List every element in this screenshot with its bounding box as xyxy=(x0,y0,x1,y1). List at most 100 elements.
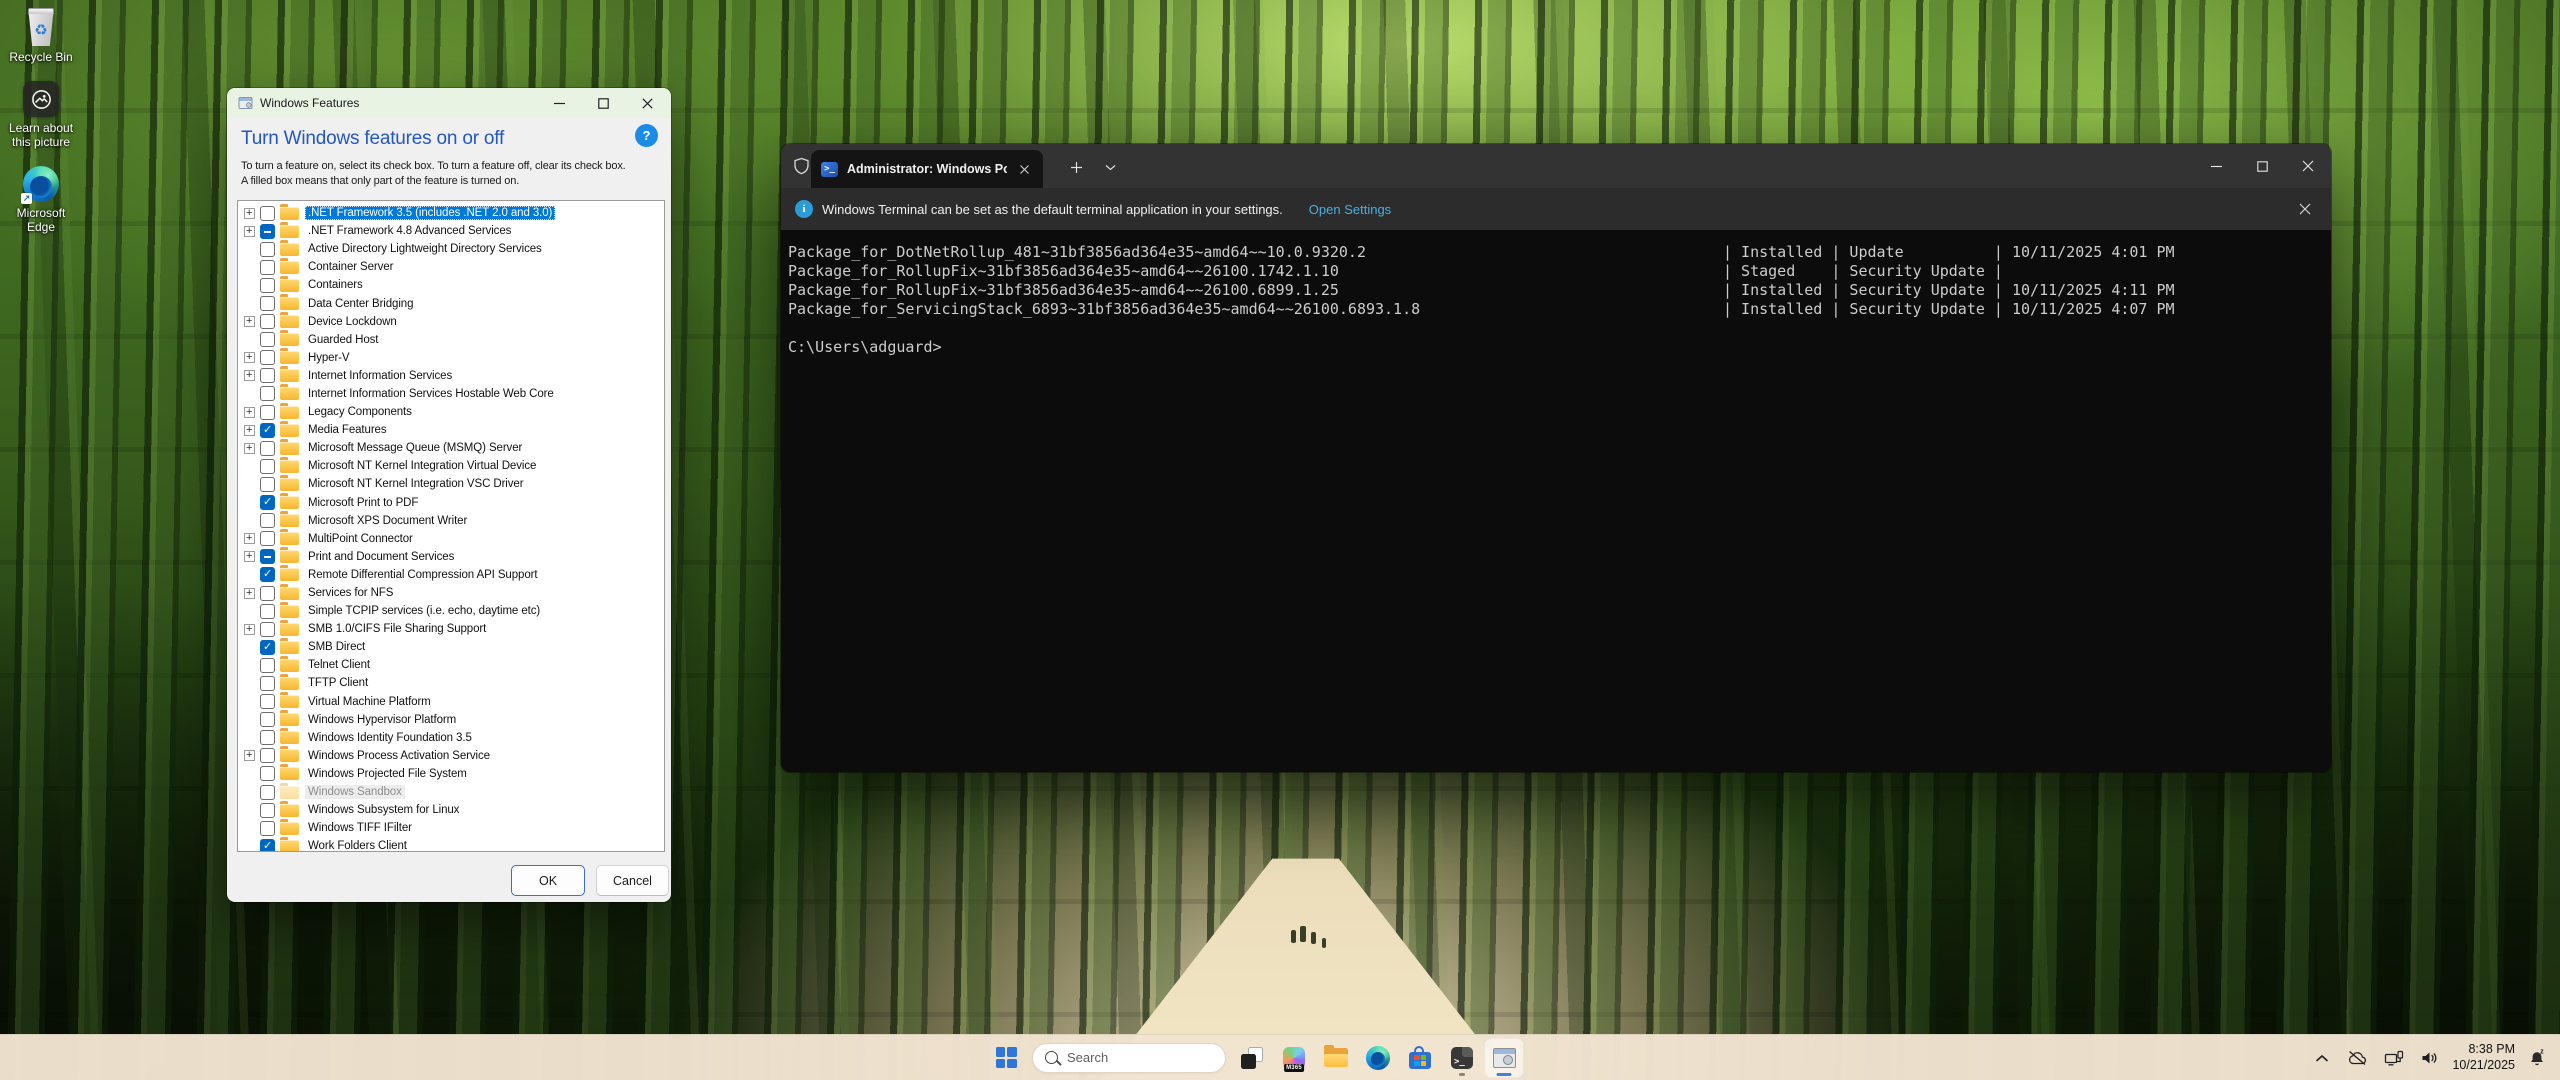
feature-item[interactable]: MultiPoint Connector xyxy=(244,529,664,548)
terminal-button[interactable] xyxy=(1442,1038,1482,1078)
feature-item[interactable]: Guarded Host xyxy=(244,330,664,349)
feature-checkbox[interactable] xyxy=(260,621,275,637)
feature-checkbox[interactable] xyxy=(260,838,275,851)
feature-item[interactable]: Virtual Machine Platform xyxy=(244,692,664,711)
feature-item[interactable]: Windows Sandbox xyxy=(244,782,664,801)
expand-toggle-icon[interactable] xyxy=(244,424,255,436)
expand-toggle-icon[interactable] xyxy=(244,749,255,762)
feature-item[interactable]: Windows Subsystem for Linux xyxy=(244,800,664,819)
feature-item[interactable]: Legacy Components xyxy=(244,402,664,421)
minimize-button[interactable] xyxy=(2193,144,2239,188)
feature-checkbox[interactable] xyxy=(260,386,275,402)
feature-checkbox[interactable] xyxy=(260,495,275,511)
windows-features-button[interactable] xyxy=(1484,1037,1524,1078)
feature-item[interactable]: Containers xyxy=(244,275,664,294)
feature-checkbox[interactable] xyxy=(260,820,275,836)
feature-checkbox[interactable] xyxy=(260,513,275,529)
expand-toggle-icon[interactable] xyxy=(244,351,255,364)
feature-checkbox[interactable] xyxy=(260,440,275,456)
notifications-button[interactable]: z xyxy=(2525,1045,2550,1070)
copilot-m365-button[interactable]: M365 xyxy=(1274,1038,1314,1078)
hidden-icons-button[interactable] xyxy=(2311,1050,2333,1066)
volume-button[interactable] xyxy=(2417,1047,2442,1069)
feature-item[interactable]: Media Features xyxy=(244,420,664,439)
cancel-button[interactable]: Cancel xyxy=(596,865,669,896)
feature-item[interactable]: Work Folders Client xyxy=(244,836,664,851)
feature-checkbox[interactable] xyxy=(260,531,275,547)
feature-item[interactable]: Microsoft NT Kernel Integration Virtual … xyxy=(244,456,664,475)
feature-item[interactable]: Print and Document Services xyxy=(244,547,664,566)
maximize-button[interactable] xyxy=(581,88,625,118)
features-list[interactable]: .NET Framework 3.5 (includes .NET 2.0 an… xyxy=(237,200,665,852)
feature-item[interactable]: Telnet Client xyxy=(244,655,664,674)
expand-toggle-icon[interactable] xyxy=(244,225,255,237)
expand-toggle-icon[interactable] xyxy=(244,532,255,545)
help-button[interactable]: ? xyxy=(635,124,658,147)
feature-checkbox[interactable] xyxy=(260,802,275,818)
expand-toggle-icon[interactable] xyxy=(244,406,255,418)
feature-item[interactable]: Windows TIFF IFilter xyxy=(244,818,664,837)
feature-item[interactable]: Windows Projected File System xyxy=(244,764,664,783)
feature-checkbox[interactable] xyxy=(260,332,275,348)
feature-checkbox[interactable] xyxy=(260,694,275,710)
banner-close-icon[interactable] xyxy=(2293,197,2317,221)
feature-checkbox[interactable] xyxy=(260,712,275,728)
feature-item[interactable]: Active Directory Lightweight Directory S… xyxy=(244,239,664,258)
feature-checkbox[interactable] xyxy=(260,567,275,583)
feature-item[interactable]: Container Server xyxy=(244,257,664,276)
feature-checkbox[interactable] xyxy=(260,549,275,565)
feature-item[interactable]: SMB Direct xyxy=(244,637,664,656)
feature-checkbox[interactable] xyxy=(260,657,275,673)
feature-item[interactable]: Microsoft Print to PDF xyxy=(244,493,664,512)
minimize-button[interactable] xyxy=(537,88,581,118)
feature-item[interactable]: Hyper-V xyxy=(244,348,664,367)
feature-item[interactable]: Microsoft Message Queue (MSMQ) Server xyxy=(244,438,664,457)
feature-item[interactable]: SMB 1.0/CIFS File Sharing Support xyxy=(244,619,664,638)
expand-toggle-icon[interactable] xyxy=(244,550,255,563)
network-button[interactable] xyxy=(2381,1047,2407,1069)
expand-toggle-icon[interactable] xyxy=(244,369,255,382)
feature-checkbox[interactable] xyxy=(260,476,275,492)
feature-item[interactable]: Microsoft XPS Document Writer xyxy=(244,511,664,530)
task-view-button[interactable] xyxy=(1232,1038,1272,1078)
feature-checkbox[interactable] xyxy=(260,368,275,384)
microsoft-store-button[interactable] xyxy=(1400,1038,1440,1078)
tab-close-icon[interactable] xyxy=(1013,158,1035,180)
clock[interactable]: 8:38 PM 10/21/2025 xyxy=(2452,1042,2515,1073)
feature-checkbox[interactable] xyxy=(260,766,275,782)
feature-item[interactable]: Internet Information Services Hostable W… xyxy=(244,384,664,403)
maximize-button[interactable] xyxy=(2239,144,2285,188)
expand-toggle-icon[interactable] xyxy=(244,623,255,635)
feature-item[interactable]: Internet Information Services xyxy=(244,366,664,385)
feature-checkbox[interactable] xyxy=(260,730,275,746)
feature-checkbox[interactable] xyxy=(260,639,275,655)
open-settings-link[interactable]: Open Settings xyxy=(1309,202,1391,217)
feature-item[interactable]: Remote Differential Compression API Supp… xyxy=(244,565,664,584)
feature-checkbox[interactable] xyxy=(260,404,275,420)
dialog-titlebar[interactable]: Windows Features xyxy=(227,88,671,118)
feature-checkbox[interactable] xyxy=(260,205,275,221)
close-button[interactable] xyxy=(2285,144,2331,188)
feature-item[interactable]: Data Center Bridging xyxy=(244,294,664,312)
feature-item[interactable]: Microsoft NT Kernel Integration VSC Driv… xyxy=(244,474,664,493)
feature-checkbox[interactable] xyxy=(260,675,275,691)
feature-checkbox[interactable] xyxy=(260,784,275,800)
desktop-icon-microsoft-edge[interactable]: ↗ Microsoft Edge xyxy=(2,166,80,234)
feature-checkbox[interactable] xyxy=(260,259,275,275)
feature-checkbox[interactable] xyxy=(260,350,275,366)
file-explorer-button[interactable] xyxy=(1316,1038,1356,1078)
feature-checkbox[interactable] xyxy=(260,241,275,257)
ok-button[interactable]: OK xyxy=(511,865,585,896)
expand-toggle-icon[interactable] xyxy=(244,587,255,599)
expand-toggle-icon[interactable] xyxy=(244,315,255,328)
feature-item[interactable]: Windows Hypervisor Platform xyxy=(244,710,664,729)
desktop-icon-recycle-bin[interactable]: ♻ Recycle Bin xyxy=(2,8,80,64)
feature-item[interactable]: Simple TCPIP services (i.e. echo, daytim… xyxy=(244,601,664,620)
feature-item[interactable]: TFTP Client xyxy=(244,673,664,692)
feature-checkbox[interactable] xyxy=(260,422,275,438)
feature-checkbox[interactable] xyxy=(260,277,275,293)
search-input[interactable]: Search xyxy=(1032,1042,1226,1073)
feature-item[interactable]: Windows Identity Foundation 3.5 xyxy=(244,728,664,747)
desktop-icon-learn-about-picture[interactable]: Learn about this picture xyxy=(2,81,80,149)
feature-checkbox[interactable] xyxy=(260,296,275,312)
